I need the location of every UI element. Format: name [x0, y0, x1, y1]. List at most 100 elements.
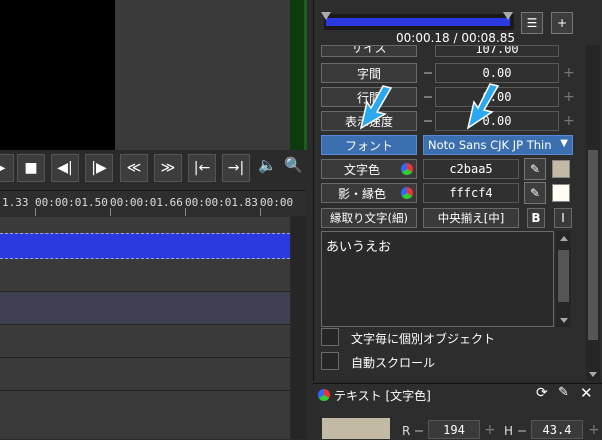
text-scroll-thumb[interactable] [558, 250, 569, 302]
increment-icon[interactable]: + [563, 90, 575, 104]
stop-button[interactable]: ■ [17, 154, 45, 182]
play-button[interactable]: ▶ [0, 154, 14, 182]
jump-end-icon: →| [227, 160, 245, 176]
scroll-down-icon[interactable] [589, 372, 597, 377]
char-spacing-label[interactable]: 字間 [321, 63, 417, 83]
auto-scroll-checkbox[interactable] [321, 352, 339, 370]
track-row[interactable] [0, 391, 290, 439]
decrement-icon[interactable] [424, 120, 432, 122]
arrow-callout-icon [466, 83, 500, 130]
ruler-tick [185, 208, 186, 216]
outline-style-button[interactable]: 縁取り文字(細) [321, 208, 417, 228]
char-spacing-field[interactable]: 0.00 [435, 63, 559, 83]
refresh-icon[interactable]: ⟳ [536, 385, 548, 401]
decrement-icon[interactable] [424, 72, 432, 74]
color-wheel-icon[interactable] [401, 187, 413, 199]
eyedropper-button[interactable]: ✎ [524, 158, 546, 180]
shadow-color-swatch[interactable] [552, 184, 570, 202]
add-button[interactable]: + [551, 12, 573, 34]
chevron-down-icon: ▼ [560, 138, 568, 149]
shadow-color-label: 影・縁色 [337, 186, 386, 201]
track-row[interactable] [0, 292, 290, 324]
increment-icon[interactable]: + [563, 114, 575, 128]
eyedropper-icon[interactable]: ✎ [558, 385, 569, 400]
plus-icon: + [556, 16, 568, 30]
close-icon[interactable]: ✕ [580, 384, 593, 402]
prev-frame-button[interactable]: ◀| [51, 154, 79, 182]
text-color-label: 文字色 [343, 162, 380, 177]
text-input[interactable]: あいうえお [321, 231, 554, 327]
color-wheel-icon [318, 389, 330, 401]
ruler-tick-label: 1.33 [2, 196, 29, 209]
jump-end-button[interactable]: →| [222, 154, 250, 182]
increment-icon[interactable]: + [484, 423, 496, 437]
italic-button[interactable]: I [554, 208, 572, 228]
track-row[interactable] [0, 259, 290, 291]
track-row[interactable] [0, 217, 290, 233]
increment-icon[interactable]: + [563, 66, 575, 80]
panel-scroll-thumb[interactable] [588, 150, 598, 340]
bold-button[interactable]: B [527, 208, 545, 228]
h-field[interactable]: 43.4 [531, 420, 583, 439]
scroll-down-icon[interactable] [560, 318, 568, 323]
decrement-icon[interactable] [415, 430, 423, 432]
color-wheel-icon[interactable] [401, 163, 413, 175]
decrement-icon[interactable] [424, 96, 432, 98]
increment-icon[interactable]: + [588, 423, 600, 437]
track-row[interactable] [0, 358, 290, 390]
text-color-field[interactable]: c2baa5 [423, 159, 519, 179]
text-color-swatch[interactable] [552, 160, 570, 178]
scroll-up-icon[interactable] [560, 236, 568, 241]
track-row[interactable] [0, 325, 290, 357]
rewind-button[interactable]: ≪ [120, 154, 148, 182]
ruler-tick-label: 00:00:01.50 [35, 196, 108, 209]
jump-start-icon: |← [193, 160, 211, 176]
ruler-tick [110, 208, 111, 216]
font-select-value: Noto Sans CJK JP Thin [428, 138, 552, 152]
ruler-tick [260, 208, 261, 216]
list-button[interactable]: ☰ [521, 12, 543, 34]
size-label[interactable]: サイズ [321, 45, 417, 57]
next-frame-button[interactable]: |▶ [85, 154, 113, 182]
track-divider [0, 357, 290, 358]
preview-background [115, 0, 290, 150]
text-clip[interactable] [0, 233, 290, 259]
r-field[interactable]: 194 [428, 420, 480, 439]
eyedropper-icon: ✎ [529, 162, 541, 176]
seekbar-fill[interactable] [326, 18, 510, 26]
track-divider [0, 291, 290, 292]
eyedropper-icon: ✎ [529, 186, 541, 200]
fast-forward-button[interactable]: ≫ [154, 154, 182, 182]
per-char-object-label: 文字毎に個別オブジェクト [351, 332, 496, 346]
next-frame-icon: |▶ [91, 160, 107, 176]
h-label: H [504, 424, 514, 438]
zoom-icon[interactable]: 🔍 [284, 156, 303, 174]
timeline-scrollbar[interactable] [291, 216, 306, 439]
jump-start-button[interactable]: |← [188, 154, 216, 182]
auto-scroll-label: 自動スクロール [351, 356, 436, 370]
video-preview[interactable] [0, 0, 115, 150]
play-icon: ▶ [0, 160, 5, 176]
align-button[interactable]: 中央揃え[中] [423, 208, 519, 228]
seek-start-marker[interactable] [321, 12, 331, 20]
seek-end-marker[interactable] [503, 12, 513, 20]
color-panel-title: テキスト [文字色] [334, 389, 431, 403]
font-label[interactable]: フォント [321, 135, 417, 155]
per-char-object-checkbox[interactable] [321, 328, 339, 346]
size-field[interactable]: 107.00 [435, 45, 559, 57]
prev-frame-icon: ◀| [57, 160, 73, 176]
fast-forward-icon: ≫ [160, 160, 176, 176]
r-label: R [402, 424, 411, 438]
ruler-tick-label: 00:00:01.66 [110, 196, 183, 209]
eyedropper-button[interactable]: ✎ [524, 182, 546, 204]
stop-icon: ■ [24, 160, 38, 176]
ruler-tick-label: 00:00 [260, 196, 294, 209]
ruler-tick [35, 208, 36, 216]
volume-icon[interactable]: 🔈 [258, 156, 277, 174]
ruler-tick-label: 00:00:01.83 [185, 196, 258, 209]
arrow-callout-icon [359, 85, 393, 130]
current-color-swatch [322, 418, 390, 439]
shadow-color-field[interactable]: fffcf4 [423, 183, 519, 203]
decrement-icon[interactable] [518, 430, 526, 432]
font-select[interactable]: Noto Sans CJK JP Thin ▼ [423, 135, 573, 155]
